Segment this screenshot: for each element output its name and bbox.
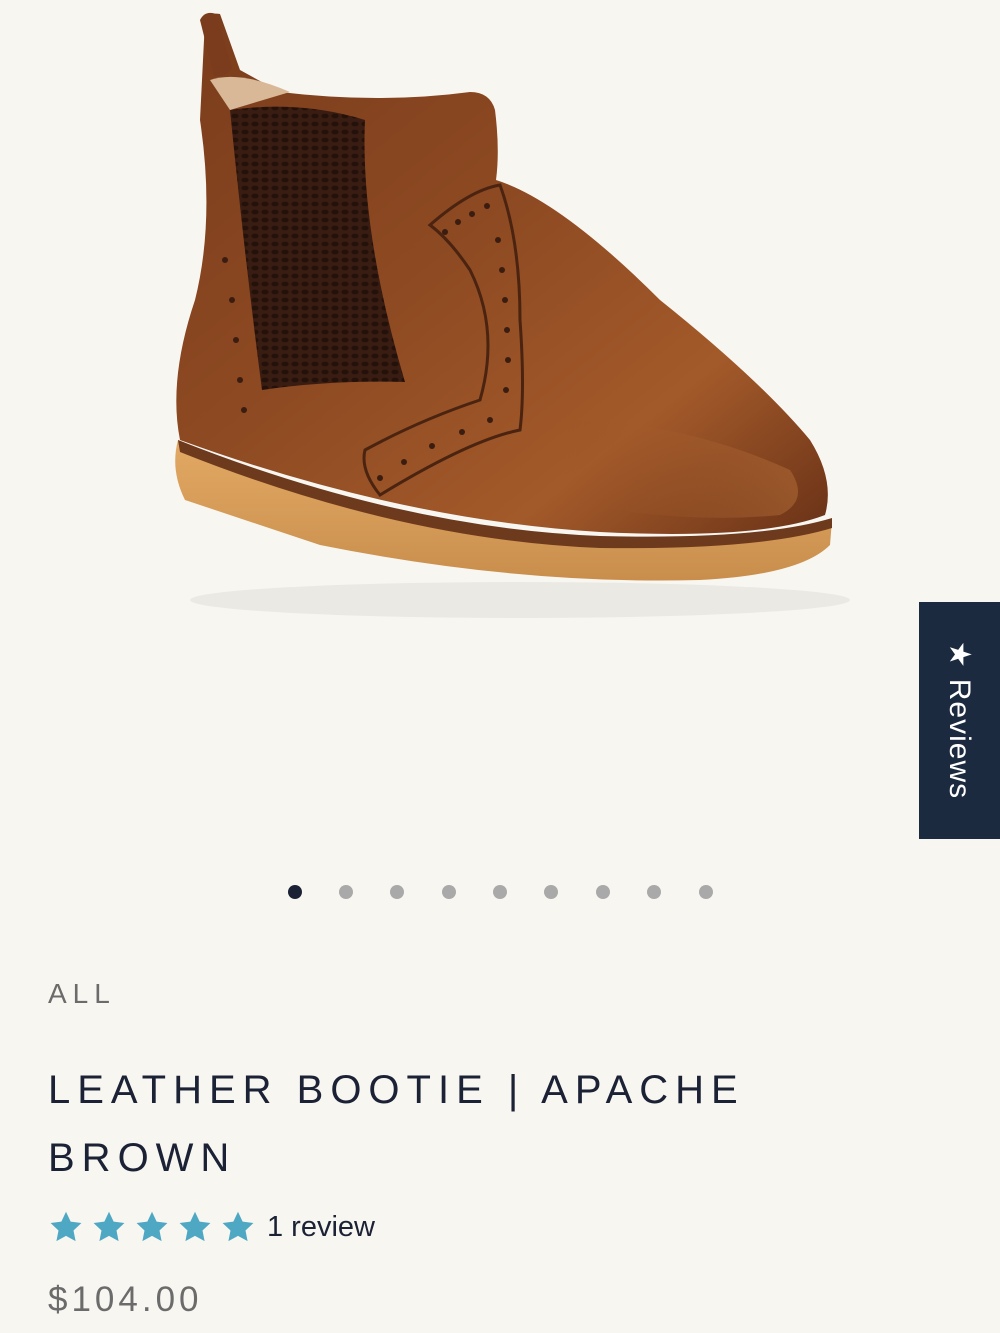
star-icon <box>93 1211 125 1242</box>
reviews-tab-label: Reviews <box>943 678 976 800</box>
carousel-dot-4[interactable] <box>442 885 456 899</box>
reviews-side-tab[interactable]: ★ Reviews <box>919 602 1000 839</box>
image-carousel-dots <box>0 885 1000 901</box>
star-icon <box>179 1211 211 1242</box>
review-count[interactable]: 1 review <box>267 1211 375 1244</box>
carousel-dot-8[interactable] <box>647 885 661 899</box>
carousel-dot-5[interactable] <box>493 885 507 899</box>
product-price: $104.00 <box>48 1280 203 1319</box>
collection-label[interactable]: ALL <box>48 978 116 1010</box>
star-icon <box>50 1211 82 1242</box>
carousel-dot-9[interactable] <box>699 885 713 899</box>
carousel-dot-7[interactable] <box>596 885 610 899</box>
carousel-dot-6[interactable] <box>544 885 558 899</box>
star-icon: ★ <box>943 640 976 669</box>
star-icon <box>222 1211 254 1242</box>
carousel-dot-3[interactable] <box>390 885 404 899</box>
carousel-dot-1[interactable] <box>288 885 302 899</box>
star-icon <box>136 1211 168 1242</box>
boot-illustration <box>175 12 850 618</box>
product-page: ★ Reviews ALL LEATHER BOOTIE | APACHE BR… <box>0 0 1000 1333</box>
product-title: LEATHER BOOTIE | APACHE BROWN <box>48 1068 745 1180</box>
rating-summary[interactable]: 1 review <box>48 1206 375 1248</box>
carousel-dot-2[interactable] <box>339 885 353 899</box>
product-image[interactable] <box>0 0 1000 860</box>
